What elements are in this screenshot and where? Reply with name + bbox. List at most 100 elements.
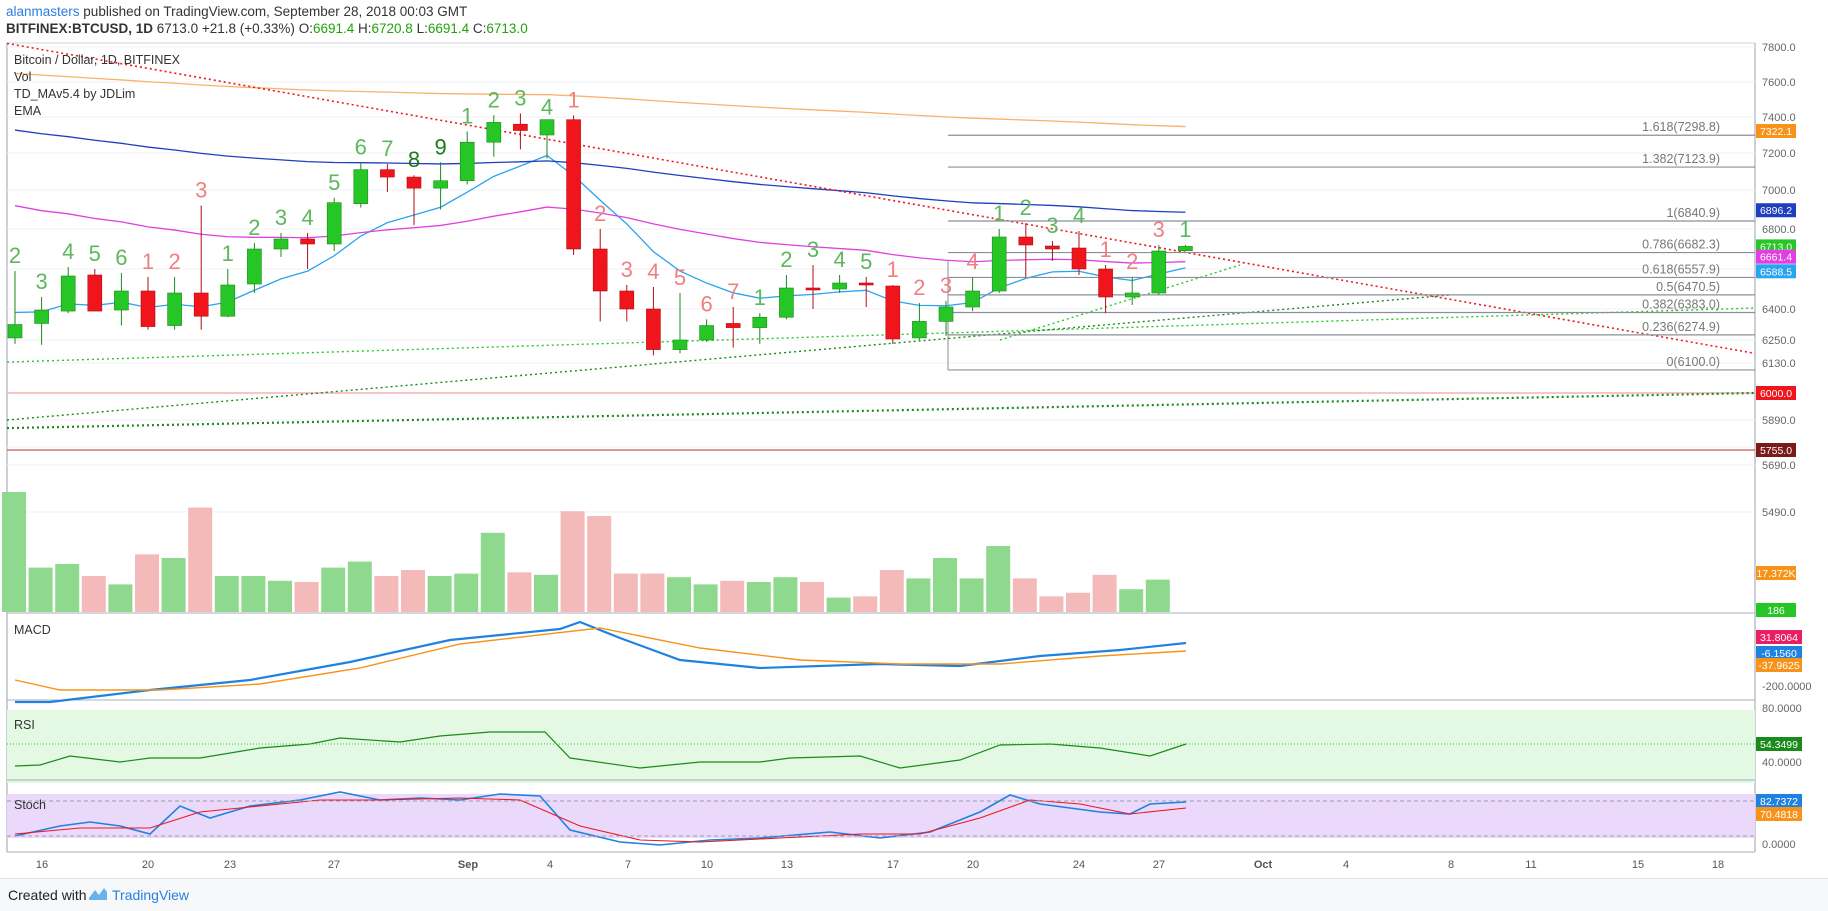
volume-bar [959,578,984,612]
candle-body [60,275,76,312]
candle-body [1018,236,1034,246]
candle-body [885,285,901,340]
td-count-label: 6 [355,134,367,159]
td-count-label: 2 [913,275,925,300]
candle-body [1124,292,1140,298]
volume-bar [135,554,159,612]
candle-body [459,141,475,182]
td-count-label: 1 [887,257,899,282]
fib-level-label: 1.382(7123.9) [1642,152,1720,166]
date-tick-label: 20 [142,859,154,871]
td-count-label: 1 [142,249,154,274]
indicator-tick-label: 0.0000 [1762,839,1796,851]
candle-body [140,290,156,327]
fib-level-label: 0.786(6682.3) [1642,238,1720,252]
td-count-label: 2 [168,249,180,274]
candle-body [167,292,182,326]
price-tag-text: 5755.0 [1760,445,1792,457]
candle-body [247,248,262,285]
volume-bar [188,507,213,612]
date-tick-label: 16 [36,859,48,871]
price-tick-label: 7800.0 [1762,42,1796,54]
price-tag-text: 6588.5 [1760,266,1792,278]
fib-level-label: 0.618(6557.9) [1642,262,1720,276]
td-count-label: 6 [700,291,712,316]
volume-bar [1066,592,1090,612]
candle-body [1045,245,1060,250]
td-count-label: 1 [993,201,1005,226]
tradingview-link[interactable]: TradingView [112,887,189,903]
td-count-label: 7 [727,279,739,304]
date-tick-label: 24 [1073,859,1085,871]
created-with-label: Created with [8,887,87,903]
volume-bar [693,584,718,612]
volume-bar [321,567,346,612]
candle-body [7,324,23,339]
date-tick-label: 17 [887,859,899,871]
td-count-label: 3 [275,205,287,230]
td-count-label: 2 [1020,195,1032,220]
price-tick-label: 5490.0 [1762,507,1796,519]
td-count-label: 2 [488,87,500,112]
indicator-tick-label: -200.0000 [1762,681,1812,693]
date-tick-label: 8 [1448,859,1454,871]
volume-bar [294,582,319,612]
price-tick-label: 7200.0 [1762,148,1796,160]
volume-bar [108,584,133,612]
candle-body [433,180,448,189]
volume-bar [746,582,771,612]
date-tick-label: 4 [1343,859,1349,871]
fib-level-label: 1.618(7298.8) [1642,120,1720,134]
td-count-label: 3 [807,237,819,262]
volume-bar [214,576,239,612]
volume-bar [81,576,106,612]
td-count-label: 3 [1046,213,1058,238]
stoch-label: Stoch [14,798,46,812]
candle-body [1178,246,1193,252]
candle-body [380,169,395,178]
volume-bar [667,577,691,612]
td-count-label: 4 [1073,203,1085,228]
candle-body [725,323,741,328]
volume-bar [587,516,612,612]
volume-bar [454,573,479,612]
td-count-label: 5 [860,249,872,274]
td-count-label: 5 [328,170,340,195]
rsi-band [7,710,1755,783]
candle-body [805,287,821,291]
td-count-label: 9 [434,134,446,159]
fib-level-label: 0.5(6470.5) [1656,280,1720,294]
price-tick-label: 5890.0 [1762,415,1796,427]
footer: Created with TradingView [0,878,1828,911]
fib-level-label: 1(6840.9) [1666,206,1720,220]
td-count-label: 4 [966,249,978,274]
volume-bar [906,578,931,612]
candle-body [991,236,1007,292]
volume-bar [28,567,53,612]
td-count-label: 4 [301,205,313,230]
date-tick-label: 15 [1632,859,1644,871]
td-count-label: 6 [115,245,127,270]
candle-body [832,282,847,290]
candle-body [912,321,927,339]
candle-body [539,119,555,136]
fib-level-label: 0(6100.0) [1666,355,1720,369]
price-tag-text: 6661.4 [1760,252,1792,264]
price-tag-text: 6000.0 [1760,388,1792,400]
price-tag-text: 7322.1 [1760,126,1792,138]
volume-bar [560,511,585,612]
candle-body [114,290,129,311]
price-chart[interactable]: 1.618(7298.8) 1.382(7123.9) 1(6840.9) 0.786… [0,0,1828,878]
candle-body [1151,250,1167,294]
td-count-label: 1 [567,87,579,112]
fib-level-label: 0.382(6383.0) [1642,298,1720,312]
candle-body [193,292,209,317]
legend-main: Bitcoin / Dollar, 1D, BITFINEX [14,53,181,67]
date-tick-label: Oct [1254,859,1273,871]
macd-label: MACD [14,623,51,637]
indicator-tick-label: 40.0000 [1762,757,1802,769]
candle-body [779,287,794,318]
volume-bar [720,580,745,612]
volume-bar [879,570,904,612]
td-count-label: 3 [195,178,207,203]
